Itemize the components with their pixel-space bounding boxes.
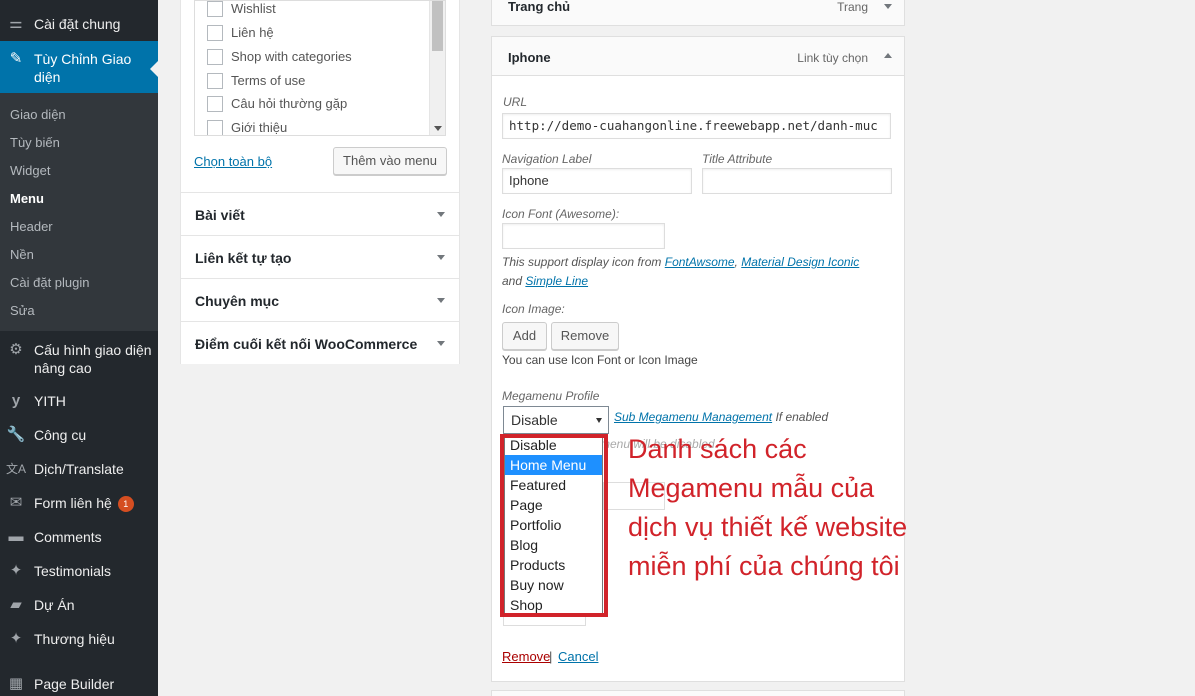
accordion-posts[interactable]: Bài viết: [181, 192, 459, 235]
checkbox[interactable]: [207, 25, 223, 41]
title-attribute-input[interactable]: [702, 168, 892, 194]
checkbox[interactable]: [207, 1, 223, 17]
url-label: URL: [503, 95, 528, 109]
link-separator: |: [549, 649, 553, 664]
scrollbar-thumb[interactable]: [432, 1, 443, 51]
menu-item-home[interactable]: Trang chủ Trang: [491, 0, 905, 26]
remove-image-button[interactable]: Remove: [551, 322, 619, 350]
select-all-link[interactable]: Chọn toàn bộ: [194, 154, 272, 169]
checkbox[interactable]: [207, 120, 223, 135]
menu-item-next[interactable]: [491, 690, 905, 696]
annotation-highlight-box: [500, 434, 608, 617]
remove-menu-item-link[interactable]: Remove: [502, 649, 550, 664]
checkbox[interactable]: [207, 73, 223, 89]
cancel-link[interactable]: Cancel: [558, 649, 598, 664]
chevron-up-icon[interactable]: [884, 53, 892, 58]
pin-icon: ✦: [9, 630, 23, 647]
pages-checklist[interactable]: Wishlist Liên hệ Shop with categories Te…: [194, 0, 446, 136]
submenu-item-customizer[interactable]: Tùy biến: [10, 135, 60, 150]
title-attribute-label: Title Attribute: [702, 152, 773, 166]
builder-icon: ▦: [8, 675, 24, 692]
scroll-down-arrow-icon[interactable]: [434, 126, 442, 131]
icon-font-label: Icon Font (Awesome):: [502, 207, 620, 221]
settings-sliders-icon: ⚌: [9, 15, 23, 32]
checkbox[interactable]: [207, 96, 223, 112]
envelope-icon: ✉: [9, 494, 23, 511]
support-note-line2: and Simple Line: [502, 274, 589, 288]
megamenu-profile-label: Megamenu Profile: [502, 389, 600, 403]
accordion-woocommerce-endpoints[interactable]: Điểm cuối kết nối WooCommerce: [181, 321, 459, 364]
sidebar-submenu: Giao diện Tùy biến Widget Menu Header Nề…: [0, 93, 158, 331]
submenu-item-background[interactable]: Nền: [10, 247, 34, 262]
submenu-item-header[interactable]: Header: [10, 219, 53, 234]
active-pointer-arrow: [150, 61, 158, 77]
menu-item-iphone[interactable]: Iphone Link tùy chọn: [491, 36, 905, 76]
chevron-down-icon: [437, 255, 445, 260]
select-caret-icon: [596, 418, 602, 423]
admin-sidebar: ⚌ Cài đặt chung ✎ Tùy Chỉnh Giao diện Gi…: [0, 0, 158, 696]
url-input[interactable]: http://demo-cuahangonline.freewebapp.net…: [502, 113, 891, 139]
fontawesome-link[interactable]: FontAwsome: [665, 255, 735, 269]
add-image-button[interactable]: Add: [502, 322, 547, 350]
chevron-down-icon: [437, 212, 445, 217]
submenu-item-widgets[interactable]: Widget: [10, 163, 50, 178]
icon-image-label: Icon Image:: [502, 302, 565, 316]
simple-line-link[interactable]: Simple Line: [525, 274, 588, 288]
gear-icon: ⚙: [9, 341, 23, 358]
sub-megamenu-management-link[interactable]: Sub Megamenu Management: [614, 410, 772, 424]
chevron-down-icon: [437, 341, 445, 346]
megamenu-profile-select[interactable]: Disable: [503, 406, 609, 434]
sub-megamenu-note: Sub Megamenu Management If enabled: [614, 410, 829, 424]
annotation-text: Danh sách các Megamenu mẫu của dịch vụ t…: [628, 434, 908, 581]
submenu-item-editor[interactable]: Sửa: [10, 303, 35, 318]
folder-icon: ▰: [10, 596, 22, 613]
accordion-custom-links[interactable]: Liên kết tự tạo: [181, 235, 459, 278]
paintbrush-icon: ✎: [9, 50, 23, 67]
sidebar-item-advanced-config[interactable]: ⚙ Cấu hình giao diện nâng cao: [0, 341, 158, 377]
translate-icon: 文A: [6, 462, 27, 476]
navigation-label-input[interactable]: Iphone: [502, 168, 692, 194]
pin-icon: ✦: [9, 562, 23, 579]
submenu-item-menus[interactable]: Menu: [10, 191, 44, 206]
yith-logo-icon: y: [11, 392, 21, 409]
navigation-label-label: Navigation Label: [502, 152, 592, 166]
material-design-link[interactable]: Material Design Iconic: [741, 255, 859, 269]
submenu-item-themes[interactable]: Giao diện: [10, 107, 66, 122]
chevron-down-icon[interactable]: [884, 4, 892, 9]
wrench-icon: 🔧: [6, 426, 26, 443]
accordion-categories[interactable]: Chuyên mục: [181, 278, 459, 321]
sidebar-item-customize[interactable]: ✎ Tùy Chỉnh Giao diện: [0, 41, 158, 93]
icon-hint-text: You can use Icon Font or Icon Image: [502, 353, 698, 367]
submenu-item-plugin-settings[interactable]: Cài đặt plugin: [10, 275, 90, 290]
comment-bubble-icon: ▬: [8, 528, 24, 545]
icon-font-input[interactable]: [502, 223, 665, 249]
add-to-menu-button[interactable]: Thêm vào menu: [333, 147, 447, 175]
chevron-down-icon: [437, 298, 445, 303]
notification-badge: 1: [117, 496, 134, 512]
list-scrollbar[interactable]: [429, 1, 445, 135]
checkbox[interactable]: [207, 49, 223, 65]
support-note-line1: This support display icon from FontAwsom…: [502, 255, 860, 269]
